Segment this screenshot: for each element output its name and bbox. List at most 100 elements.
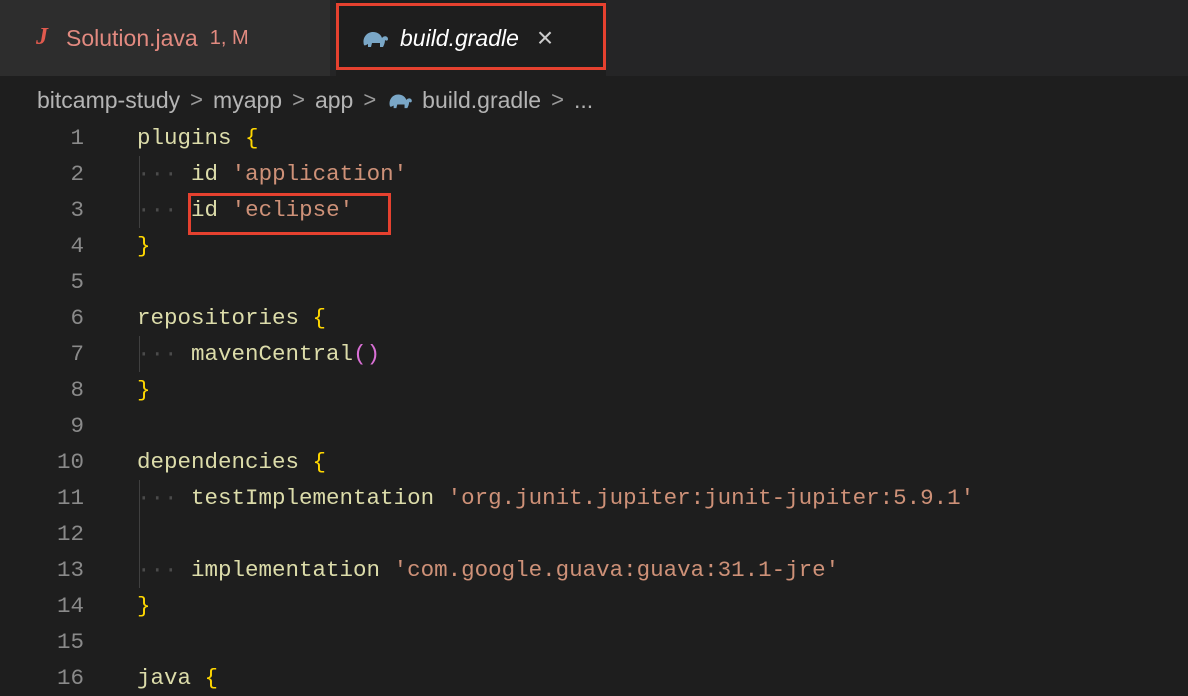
whitespace-marker: ··· <box>137 161 178 187</box>
code-line[interactable]: 8} <box>0 372 1188 408</box>
code-text[interactable]: java { <box>137 665 218 691</box>
code-token: () <box>353 341 381 367</box>
code-text[interactable]: ··· implementation 'com.google.guava:gua… <box>137 557 839 583</box>
chevron-right-icon: > <box>190 87 204 112</box>
breadcrumb-item-more[interactable]: ... <box>574 87 593 114</box>
gradle-elephant-icon <box>363 32 388 47</box>
breadcrumb-item-bitcamp-study[interactable]: bitcamp-study <box>37 87 180 114</box>
code-text[interactable]: ··· id 'eclipse' <box>137 197 353 223</box>
chevron-right-icon: > <box>551 87 564 112</box>
tab-bar: J Solution.java 1, M build.gradle × <box>0 0 1188 76</box>
line-number: 15 <box>56 629 84 655</box>
chevron-right-icon: > <box>292 87 305 112</box>
code-token: 'org.junit.jupiter:junit-jupiter:5.9.1' <box>447 485 975 511</box>
code-line[interactable]: 4} <box>0 228 1188 264</box>
code-text[interactable]: ··· id 'application' <box>137 161 407 187</box>
code-text[interactable]: } <box>137 593 151 619</box>
code-token: repositories <box>137 305 300 331</box>
tab-build-gradle[interactable]: build.gradle × <box>336 0 606 76</box>
code-editor[interactable]: 1 plugins { 2 ··· id 'application' 3 ··· id '… <box>0 120 1188 691</box>
code-line[interactable]: 1 plugins { <box>0 120 1188 156</box>
code-line[interactable]: 15 <box>0 624 1188 660</box>
line-number: 2 <box>70 161 84 187</box>
tab-solution-java[interactable]: J Solution.java 1, M <box>0 0 331 76</box>
code-text[interactable]: ··· testImplementation 'org.junit.jupite… <box>137 485 974 511</box>
code-token: 'com.google.guava:guava:31.1-jre' <box>393 557 840 583</box>
tab-label: build.gradle <box>400 24 519 51</box>
code-line[interactable]: 7 ··· mavenCentral() <box>0 336 1188 372</box>
tab-status-badge: 1, M <box>209 26 249 49</box>
code-line[interactable]: 2 ··· id 'application' <box>0 156 1188 192</box>
code-token: testImplementation <box>191 485 435 511</box>
code-text[interactable]: } <box>137 233 151 259</box>
code-token: { <box>204 665 219 691</box>
line-number: 5 <box>70 269 84 295</box>
code-token: implementation <box>191 557 381 583</box>
whitespace-marker: ··· <box>137 197 178 223</box>
code-token: id <box>191 161 219 187</box>
code-line[interactable]: 10 dependencies { <box>0 444 1188 480</box>
line-number: 11 <box>56 485 84 511</box>
code-text[interactable]: repositories { <box>137 305 326 331</box>
code-line[interactable]: 12 <box>0 516 1188 552</box>
breadcrumb-item-myapp[interactable]: myapp <box>213 87 282 114</box>
gradle-elephant-icon <box>389 94 412 109</box>
code-line[interactable]: 13 ··· implementation 'com.google.guava:g… <box>0 552 1188 588</box>
code-text[interactable]: dependencies { <box>137 449 326 475</box>
whitespace-marker: ··· <box>137 485 178 511</box>
code-token: { <box>312 305 327 331</box>
code-token: { <box>312 449 327 475</box>
code-token: } <box>137 593 151 619</box>
code-line[interactable]: 9 <box>0 408 1188 444</box>
line-number: 14 <box>56 593 84 619</box>
code-token: mavenCentral <box>191 341 354 367</box>
code-token: dependencies <box>137 449 300 475</box>
whitespace-marker: ··· <box>137 557 178 583</box>
code-line[interactable]: 5 <box>0 264 1188 300</box>
code-line[interactable]: 6 repositories { <box>0 300 1188 336</box>
chevron-right-icon: > <box>363 87 377 112</box>
line-number: 10 <box>56 449 84 475</box>
line-number: 4 <box>70 233 84 259</box>
java-file-icon: J <box>36 23 48 50</box>
line-number: 9 <box>70 413 84 439</box>
code-text[interactable]: plugins { <box>137 125 259 151</box>
code-token: java <box>137 665 192 691</box>
code-token: plugins <box>137 125 232 151</box>
line-number: 3 <box>70 197 84 223</box>
line-number: 12 <box>56 521 84 547</box>
code-line[interactable]: 11 ··· testImplementation 'org.junit.jupi… <box>0 480 1188 516</box>
code-token: id <box>191 197 219 223</box>
code-text[interactable]: } <box>137 377 151 403</box>
code-token: 'application' <box>231 161 408 187</box>
breadcrumb-item-app[interactable]: app <box>315 87 353 114</box>
code-token: } <box>137 233 151 259</box>
tab-label: Solution.java <box>66 24 198 51</box>
line-number: 7 <box>70 341 84 367</box>
code-token: 'eclipse' <box>231 197 354 223</box>
code-text[interactable]: ··· mavenCentral() <box>137 341 380 367</box>
line-number: 8 <box>70 377 84 403</box>
line-number: 13 <box>56 557 84 583</box>
code-token: } <box>137 377 151 403</box>
line-number: 16 <box>56 665 84 691</box>
code-line[interactable]: 3 ··· id 'eclipse' <box>0 192 1188 228</box>
code-line[interactable]: 14} <box>0 588 1188 624</box>
breadcrumb: bitcamp-study > myapp > app > build.grad… <box>37 83 593 117</box>
code-line[interactable]: 16 java { <box>0 660 1188 696</box>
close-icon[interactable]: × <box>537 24 553 52</box>
breadcrumb-item-build-gradle[interactable]: build.gradle <box>422 87 541 114</box>
